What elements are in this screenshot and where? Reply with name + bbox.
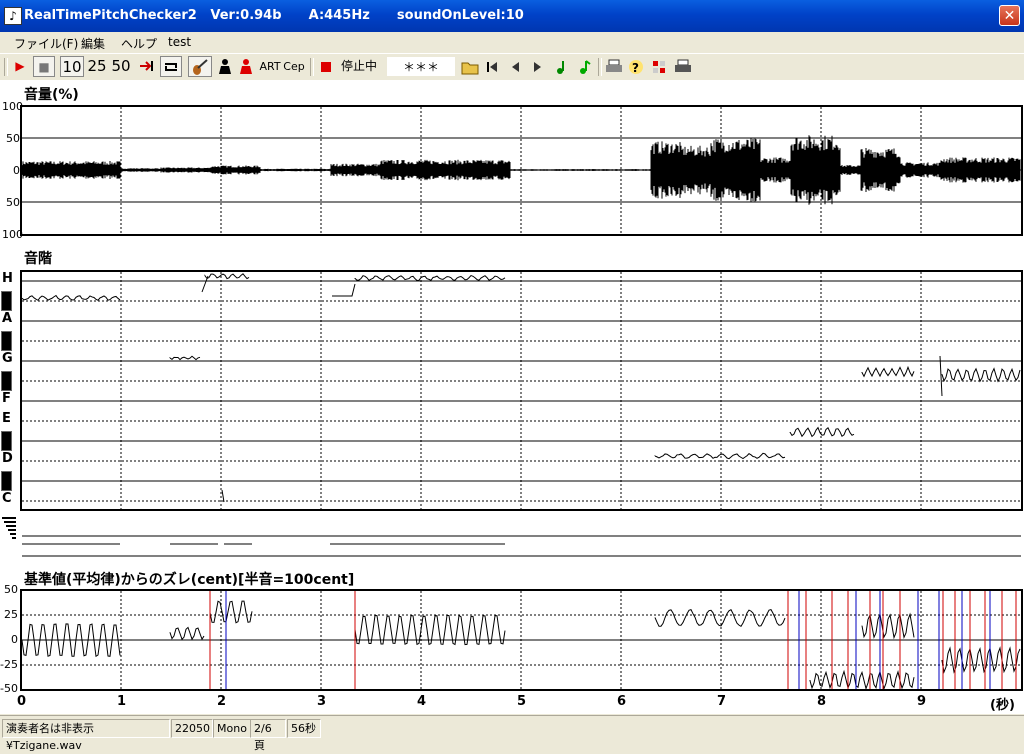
cent-trace [654,609,786,627]
x-axis-unit: (秒) [990,698,1015,713]
status-rate: 22050 [171,719,213,738]
x-tick: 3 [317,694,327,709]
cent-deviation-plot[interactable] [0,0,1024,740]
status-page: 2/6頁 [250,719,286,752]
cent-trace [169,626,205,641]
status-duration: 56秒 [287,719,321,738]
cent-trace [209,600,253,624]
x-tick: 0 [17,694,27,709]
x-tick: 1 [117,694,127,709]
x-tick: 9 [917,694,927,709]
status-channels: Mono [213,719,251,738]
x-tick: 4 [417,694,427,709]
cent-trace [941,646,1021,674]
x-tick: 2 [217,694,227,709]
status-bar: 演奏者名は非表示¥Tzigane.wav 22050 Mono 2/6頁 56秒 [0,715,1024,752]
cent-trace [809,669,915,691]
x-tick: 6 [617,694,627,709]
status-file: 演奏者名は非表示¥Tzigane.wav [2,719,170,752]
x-tick: 7 [717,694,727,709]
x-tick: 8 [817,694,827,709]
x-tick: 5 [517,694,527,709]
